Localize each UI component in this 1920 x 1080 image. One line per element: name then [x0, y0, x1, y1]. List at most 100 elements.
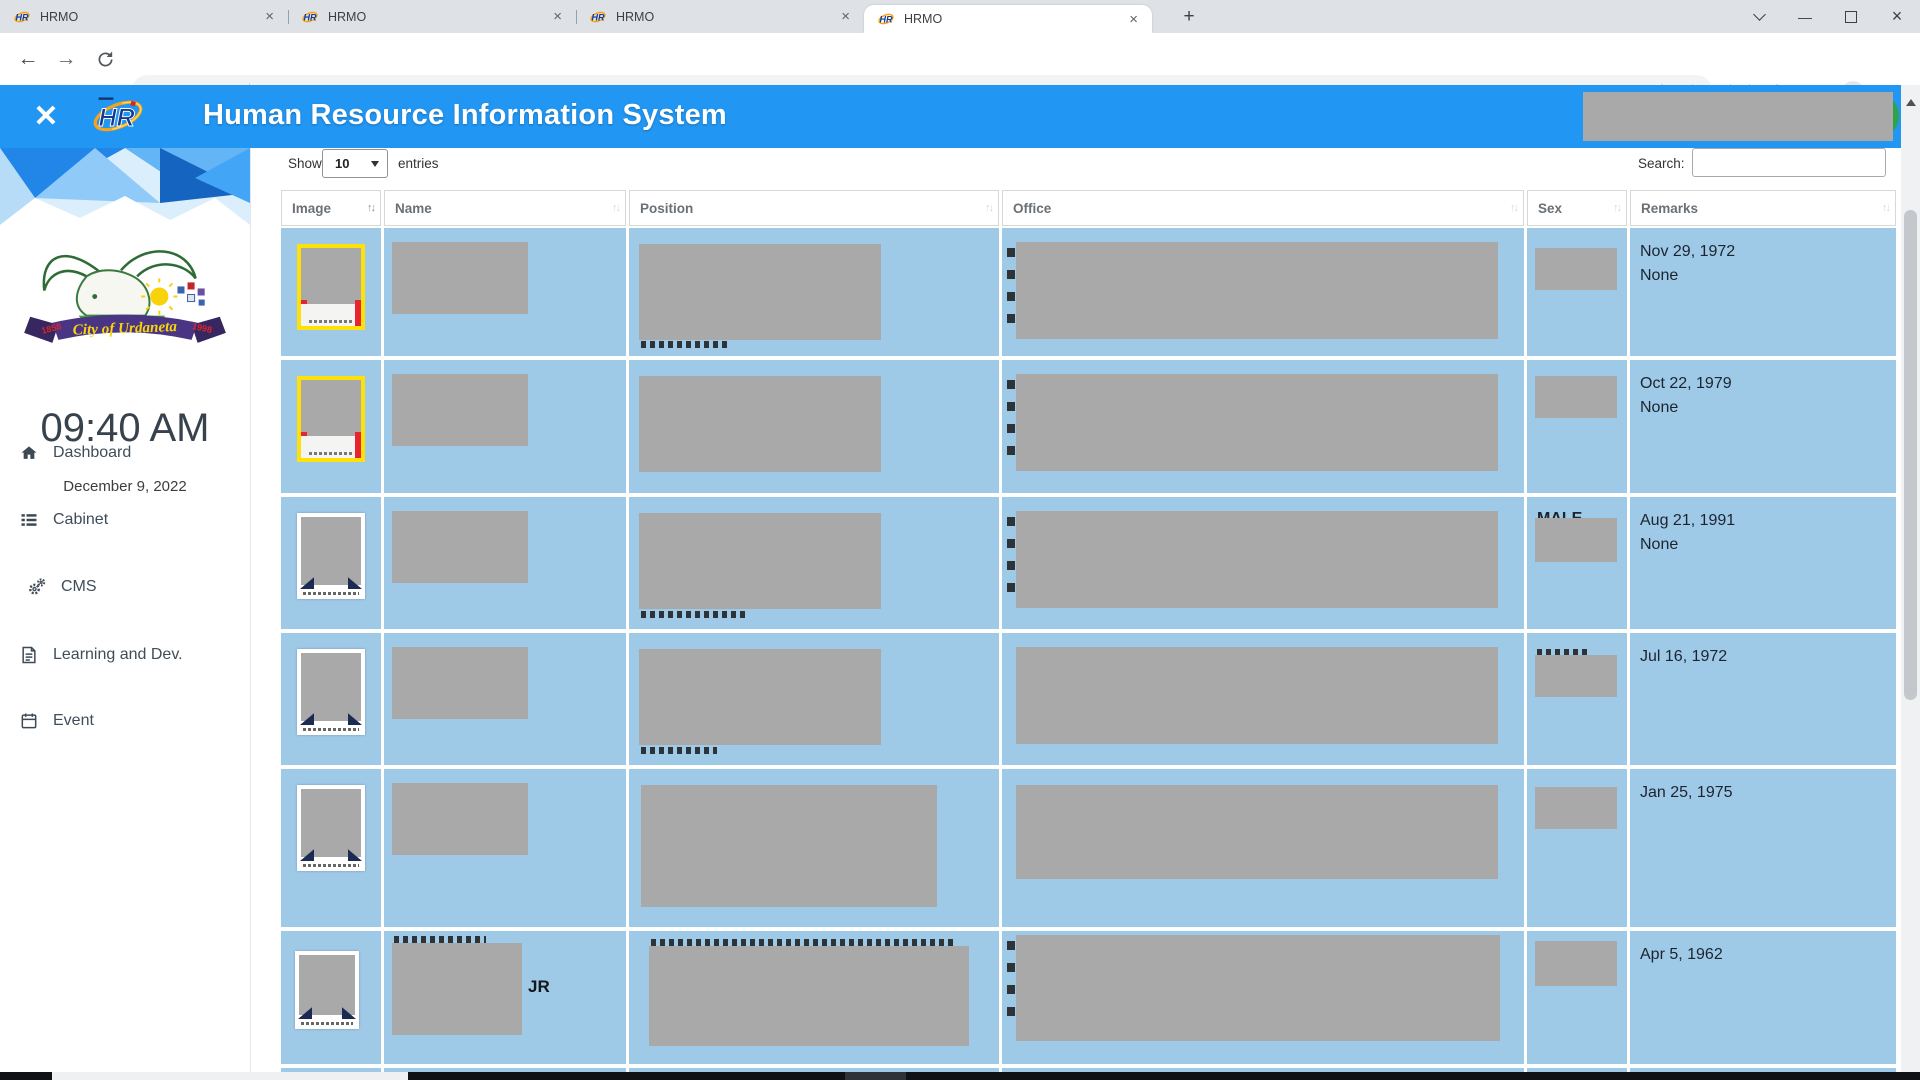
browser-tab[interactable]: HR HRMO× — [576, 0, 864, 33]
tab-search-chevron-icon[interactable] — [1736, 0, 1782, 33]
remarks-text: Aug 21, 1991None — [1640, 509, 1735, 557]
cell-sex — [1527, 931, 1627, 1064]
cell-remarks: Oct 22, 1979None — [1630, 360, 1896, 493]
column-label: Remarks — [1641, 201, 1882, 216]
page-title: Human Resource Information System — [203, 99, 727, 132]
sort-arrows-icon[interactable]: ↑↓ — [1510, 202, 1517, 214]
partial-text-sliver — [641, 611, 745, 618]
cell-position — [629, 633, 999, 765]
cell-remarks: Nov 29, 1972None — [1630, 228, 1896, 356]
redaction-box — [1016, 242, 1498, 339]
cell-name — [384, 228, 626, 356]
browser-tab[interactable]: HR HRMO× — [864, 5, 1152, 33]
redaction-box — [1535, 518, 1617, 562]
maximize-button[interactable] — [1828, 0, 1874, 33]
browser-tab[interactable]: HR HRMO× — [288, 0, 576, 33]
forward-button[interactable]: → — [54, 47, 78, 71]
cell-office — [1002, 633, 1524, 765]
column-header-sex[interactable]: Sex↑↓ — [1527, 190, 1627, 226]
redaction-box — [392, 943, 522, 1035]
browser-tab[interactable]: HRHRMO× — [0, 0, 288, 33]
cell-position — [629, 228, 999, 356]
hr-logo: HR — [90, 91, 146, 146]
tab-title: HRMO — [328, 10, 553, 24]
window-close-button[interactable]: × — [1874, 0, 1920, 33]
sort-arrows-icon[interactable]: ↑↓ — [1882, 202, 1889, 214]
show-label: Show — [288, 156, 322, 171]
sort-arrows-icon[interactable]: ↑↓ — [367, 202, 374, 214]
cell-image — [281, 633, 381, 765]
cell-sex: MALE — [1527, 497, 1627, 629]
svg-text:HR: HR — [880, 15, 893, 25]
table-row: Jan 25, 1975 — [281, 769, 1896, 927]
window-controls: — × — [1736, 0, 1920, 33]
sidebar-item-dashboard[interactable]: Dashboard — [0, 436, 250, 470]
column-header-remarks[interactable]: Remarks↑↓ — [1630, 190, 1896, 226]
remarks-text: Oct 22, 1979None — [1640, 372, 1732, 420]
header-redaction-box — [1583, 92, 1893, 141]
cell-remarks: Apr 5, 1962 — [1630, 931, 1896, 1064]
sidebar-item-learning-and-dev[interactable]: Learning and Dev. — [0, 638, 250, 672]
column-header-position[interactable]: Position↑↓ — [629, 190, 999, 226]
cell-name — [384, 360, 626, 493]
column-header-image[interactable]: Image↑↓ — [281, 190, 381, 226]
tab-close-icon[interactable]: × — [1129, 11, 1138, 28]
cell-image — [281, 360, 381, 493]
search-input[interactable] — [1692, 148, 1886, 177]
app-close-button[interactable]: ✕ — [28, 97, 64, 135]
scrollbar-thumb[interactable] — [1904, 210, 1917, 700]
back-button[interactable]: ← — [16, 47, 40, 71]
name-suffix-text: JR — [528, 977, 550, 997]
tab-title: HRMO — [616, 10, 841, 24]
chevron-down-icon — [371, 161, 379, 171]
column-label: Position — [640, 201, 985, 216]
redaction-box — [1535, 655, 1617, 697]
redaction-box — [639, 649, 881, 745]
sidebar-item-label: Learning and Dev. — [53, 646, 183, 664]
cell-position — [629, 360, 999, 493]
cell-name — [384, 769, 626, 927]
redaction-box — [1535, 376, 1617, 418]
cell-remarks: Jul 16, 1972 — [1630, 633, 1896, 765]
tab-close-icon[interactable]: × — [553, 8, 562, 25]
tab-separator — [288, 10, 289, 24]
table-row: Nov 29, 1972None — [281, 228, 1896, 356]
cell-office — [1002, 769, 1524, 927]
redaction-box — [639, 244, 881, 340]
hrmo-favicon-icon: HR — [14, 9, 30, 25]
tab-close-icon[interactable]: × — [265, 8, 274, 25]
column-header-name[interactable]: Name↑↓ — [384, 190, 626, 226]
column-label: Office — [1013, 201, 1510, 216]
column-label: Sex — [1538, 201, 1613, 216]
redaction-box — [641, 785, 937, 907]
tab-close-icon[interactable]: × — [841, 8, 850, 25]
minimize-button[interactable]: — — [1782, 0, 1828, 33]
sort-arrows-icon[interactable]: ↑↓ — [1613, 202, 1620, 214]
svg-text:HR: HR — [99, 104, 135, 132]
column-header-office[interactable]: Office↑↓ — [1002, 190, 1524, 226]
sidebar-item-event[interactable]: Event — [0, 704, 250, 738]
page-scrollbar[interactable] — [1901, 85, 1920, 1080]
clock-date: December 9, 2022 — [0, 478, 250, 495]
taskbar-sliver — [408, 1072, 845, 1080]
cell-sex — [1527, 360, 1627, 493]
tab-title: HRMO — [904, 12, 1129, 26]
sidebar-item-label: Event — [53, 712, 94, 730]
svg-text:HR: HR — [592, 12, 605, 22]
redaction-box — [1016, 374, 1498, 471]
sidebar-item-cabinet[interactable]: Cabinet — [0, 503, 250, 537]
sidebar-item-cms[interactable]: CMS — [0, 570, 250, 604]
remarks-text: Nov 29, 1972None — [1640, 240, 1735, 288]
sort-arrows-icon[interactable]: ↑↓ — [985, 202, 992, 214]
new-tab-button[interactable]: + — [1176, 4, 1202, 30]
reload-icon[interactable] — [93, 47, 117, 71]
hrmo-favicon-icon: HR — [302, 9, 318, 25]
employee-photo — [297, 244, 365, 330]
sort-arrows-icon[interactable]: ↑↓ — [612, 202, 619, 214]
svg-text:HR: HR — [16, 12, 29, 22]
page-length-select[interactable]: 10 — [322, 149, 388, 178]
scroll-up-icon[interactable] — [1906, 94, 1916, 106]
redaction-box — [1535, 248, 1617, 290]
redaction-box — [639, 376, 881, 472]
table-row: MALE Aug 21, 1991None — [281, 497, 1896, 629]
